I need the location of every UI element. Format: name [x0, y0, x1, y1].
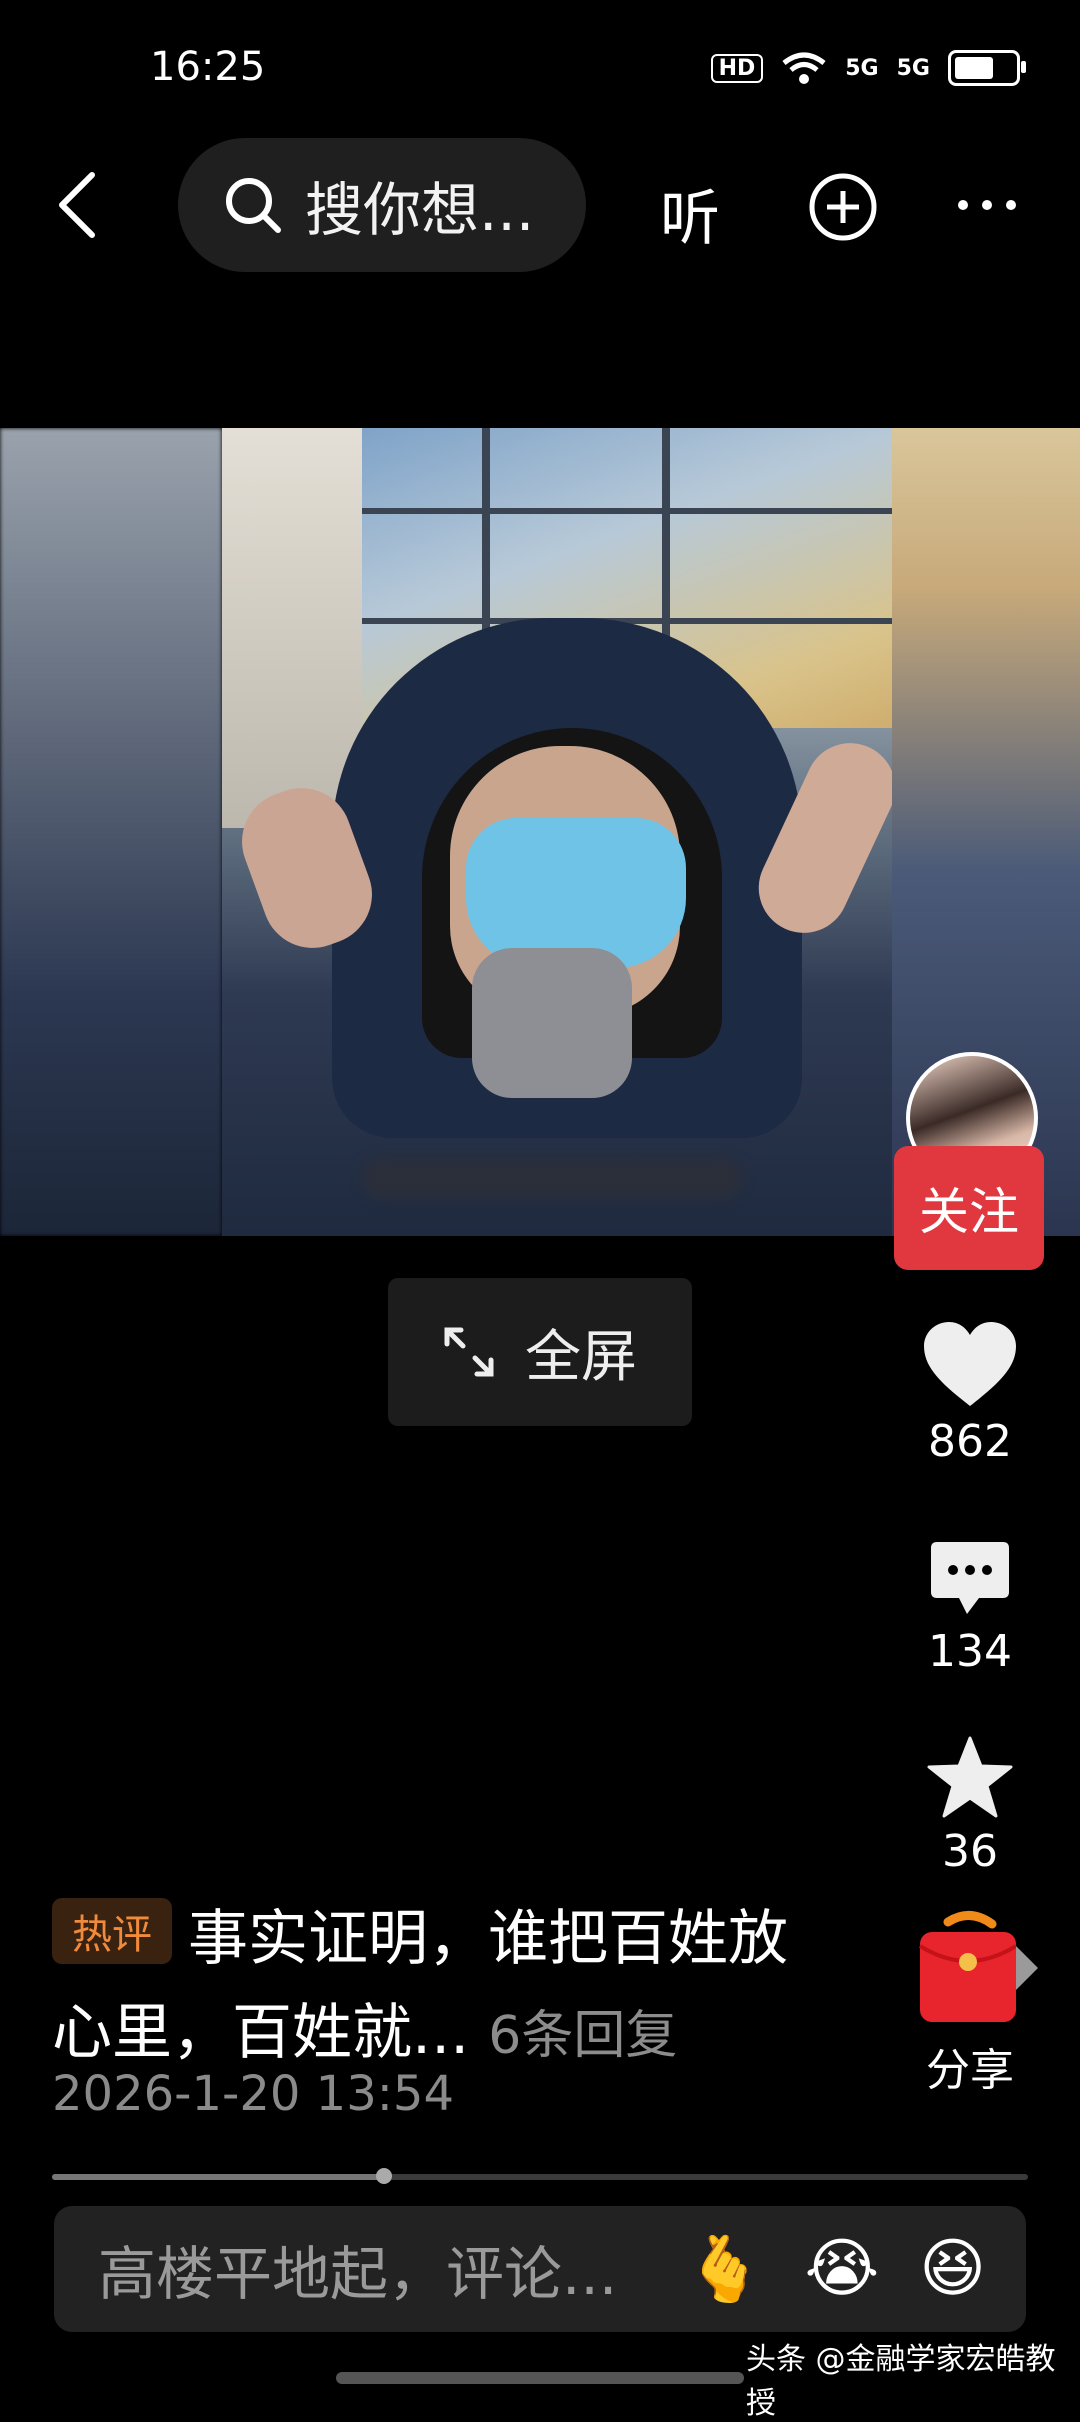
comment-input[interactable]: 高楼平地起，评论... 🫰 😭 😆	[54, 2206, 1026, 2332]
back-arrow-icon[interactable]	[52, 170, 102, 240]
red-packet-share-icon	[918, 1911, 1038, 2022]
comment-timestamp: 2026-1-20 13:54	[52, 2066, 454, 2122]
signal-icon-2: 5G	[896, 55, 930, 81]
hot-comment-text: 心里，百姓就...	[52, 1998, 470, 2068]
video-progress-bar[interactable]	[52, 2168, 1028, 2184]
comment-count: 134	[928, 1626, 1012, 1677]
grinning-emoji-button[interactable]: 😆	[919, 2232, 986, 2306]
search-placeholder: 搜你想...	[305, 176, 535, 244]
heart-icon	[924, 1322, 1016, 1406]
video-blur-left	[0, 428, 222, 1236]
like-button[interactable]: 862	[890, 1320, 1050, 1467]
share-button[interactable]: 分享	[890, 1906, 1050, 2098]
favorite-count: 36	[942, 1826, 998, 1877]
finger-heart-emoji-button[interactable]: 🫰	[685, 2232, 765, 2307]
status-icons: HD 5G 5G	[710, 50, 1026, 86]
video-frame	[222, 428, 892, 1236]
listen-button[interactable]: 听	[660, 170, 720, 257]
hot-comment-badge: 热评	[52, 1898, 172, 1964]
comment-button[interactable]: 134	[890, 1540, 1050, 1677]
hd-icon: HD	[710, 53, 764, 83]
like-count: 862	[928, 1416, 1012, 1467]
status-time: 16:25	[150, 44, 266, 90]
home-indicator[interactable]	[336, 2372, 744, 2384]
wifi-icon	[782, 52, 826, 84]
fullscreen-label: 全屏	[525, 1324, 637, 1390]
signal-icon-1: 5G	[845, 55, 879, 81]
search-icon	[226, 178, 281, 233]
expand-icon	[444, 1327, 494, 1377]
comment-icon	[931, 1542, 1009, 1614]
battery-icon	[948, 50, 1026, 86]
hot-comment-text-line2[interactable]: 心里，百姓就... 6条回复	[52, 1984, 677, 2071]
add-icon[interactable]	[808, 172, 878, 242]
search-box[interactable]: 搜你想...	[178, 138, 586, 272]
progress-handle[interactable]	[375, 2168, 392, 2184]
star-icon	[927, 1736, 1013, 1818]
watermark: 头条 @金融学家宏皓教授	[746, 2342, 1056, 2421]
progress-fill	[52, 2174, 384, 2180]
hot-comment-text-line1[interactable]: 事实证明，谁把百姓放	[188, 1890, 788, 1977]
crying-laugh-emoji-button[interactable]: 😭	[805, 2232, 880, 2306]
favorite-button[interactable]: 36	[890, 1736, 1050, 1877]
fullscreen-button[interactable]: 全屏	[388, 1278, 692, 1426]
comment-input-placeholder: 高楼平地起，评论...	[98, 2240, 618, 2308]
reply-count-link[interactable]: 6条回复	[488, 2006, 677, 2066]
follow-button[interactable]: 关注	[894, 1146, 1044, 1270]
share-label: 分享	[926, 2045, 1014, 2096]
more-icon[interactable]	[958, 200, 1016, 210]
